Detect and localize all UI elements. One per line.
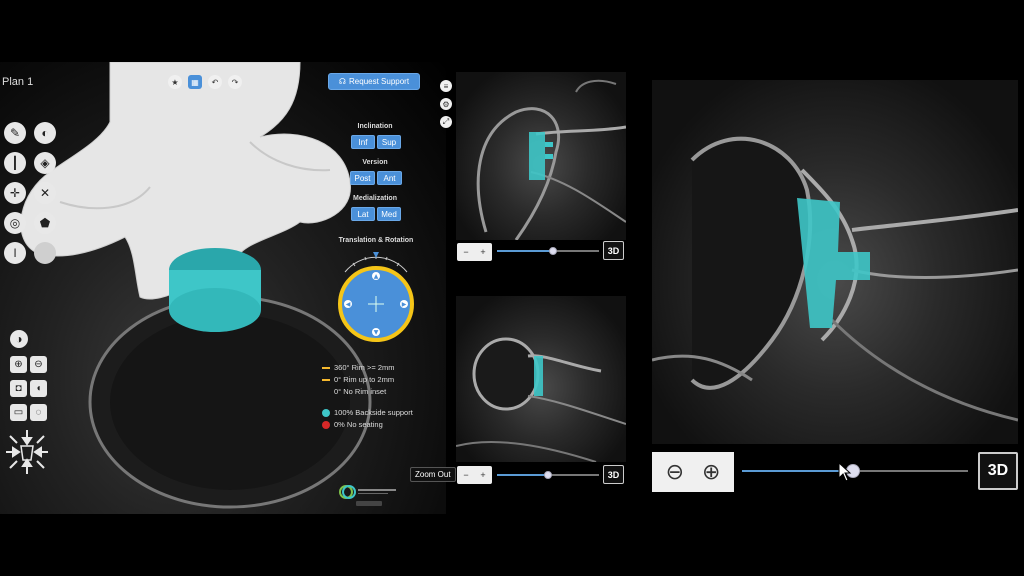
measure-tool-icon[interactable]: ┃: [4, 152, 26, 174]
ct-bottom-image: [456, 337, 626, 462]
ct-bottom-3d-button[interactable]: 3D: [603, 465, 624, 484]
svg-text:▲: ▲: [374, 273, 379, 280]
version-controls: Post Ant: [350, 171, 402, 185]
zoom-out-button[interactable]: Zoom Out: [410, 467, 456, 482]
request-support-button[interactable]: ☊ Request Support: [328, 73, 420, 90]
sphere-tool-icon[interactable]: ◎: [4, 212, 26, 234]
ct-bottom-view[interactable]: [456, 296, 626, 462]
ct-top-zoom-in-icon[interactable]: +: [476, 245, 490, 259]
landmark-icon[interactable]: ◈: [34, 152, 56, 174]
legend-no-seating: 0% No seating: [322, 420, 413, 429]
ct-main-zoom: ⊖ ⊕: [652, 452, 734, 492]
zoom-tools: ⊕ ⊖: [10, 356, 47, 373]
layers-icon[interactable]: ≡: [440, 80, 452, 92]
orientation-compass-icon[interactable]: [4, 428, 50, 476]
left-tool-grid: ✎ ◐ ┃ ◈ ✛ ✕ ◎ ⬟ ǀ: [4, 122, 56, 264]
redo-icon[interactable]: ↷: [228, 75, 242, 89]
plan-title: Plan 1: [2, 76, 34, 88]
mouse-cursor-icon: [838, 462, 852, 482]
ct-main-slider[interactable]: [742, 464, 968, 478]
zoom-in-icon[interactable]: ⊕: [10, 356, 27, 373]
ct-top-slider-thumb[interactable]: [549, 247, 557, 255]
undo-icon[interactable]: ↶: [208, 75, 222, 89]
ct-bottom-zoom-in-icon[interactable]: +: [476, 468, 490, 482]
layer-tools: ▭ ◌: [10, 404, 47, 421]
medialization-label: Medialization: [353, 195, 397, 202]
legend-rim-partial: 0° Rim up to 2mm: [322, 375, 413, 384]
legend-no-rim: 0° No Rim inset: [334, 387, 387, 396]
version-ant-button[interactable]: Ant: [377, 171, 402, 185]
ct-side-tools: ≡ ⚙ ⤢: [440, 80, 452, 128]
ct-main-view[interactable]: [652, 80, 1018, 444]
translation-rotation-dial[interactable]: ▲ ▼ ◀ ▶: [335, 250, 417, 344]
display-mode-icon[interactable]: ◑: [10, 330, 28, 348]
medialization-med-button[interactable]: Med: [377, 207, 401, 221]
brand-logo: [339, 485, 396, 506]
bone-tool-icon[interactable]: ✕: [34, 182, 56, 204]
scapula-icon[interactable]: ⬟: [34, 212, 56, 234]
ct-main-3d-button[interactable]: 3D: [978, 452, 1018, 490]
inclination-controls: Inf Sup: [351, 135, 401, 149]
share-icon[interactable]: ⤢: [440, 116, 452, 128]
headset-icon: ☊: [338, 77, 347, 86]
capture-tools: ◘ ◖: [10, 380, 47, 397]
ct-main-zoom-out-icon[interactable]: ⊖: [666, 459, 684, 485]
ct-top-zoom-out-icon[interactable]: −: [459, 245, 473, 259]
ct-top-slider[interactable]: [497, 247, 599, 255]
settings-icon[interactable]: ⚙: [440, 98, 452, 110]
zoom-out-icon[interactable]: ⊖: [30, 356, 47, 373]
disabled-tool-icon: [34, 242, 56, 264]
ct-main-zoom-in-icon[interactable]: ⊕: [702, 459, 720, 485]
top-toolbar: ★ ▦ ↶ ↷: [168, 75, 242, 89]
pin-tool-icon[interactable]: ǀ: [4, 242, 26, 264]
ct-bottom-slider[interactable]: [497, 471, 599, 479]
crosshair-icon[interactable]: ✛: [4, 182, 26, 204]
ct-bottom-slider-thumb[interactable]: [544, 471, 552, 479]
svg-text:◀: ◀: [346, 301, 351, 308]
version-post-button[interactable]: Post: [350, 171, 375, 185]
pen-tool-icon[interactable]: ✎: [4, 122, 26, 144]
ct-top-3d-button[interactable]: 3D: [603, 241, 624, 260]
layer-icon[interactable]: ▭: [10, 404, 27, 421]
version-label: Version: [362, 159, 388, 166]
inclination-sup-button[interactable]: Sup: [377, 135, 401, 149]
view-tools: ◑: [10, 330, 28, 348]
ct-bottom-zoom-out-icon[interactable]: −: [459, 468, 473, 482]
ct-main-image: [652, 136, 1018, 422]
medialization-controls: Lat Med: [351, 207, 401, 221]
grid-icon[interactable]: ▦: [188, 75, 202, 89]
svg-text:▶: ▶: [402, 301, 407, 308]
ct-bottom-zoom: − +: [457, 466, 492, 484]
svg-text:▼: ▼: [374, 329, 379, 336]
implant-model: [169, 248, 261, 332]
medialization-lat-button[interactable]: Lat: [351, 207, 375, 221]
coverage-legend: 360° Rim >= 2mm 0° Rim up to 2mm 0° No R…: [322, 363, 413, 429]
rotate-view-icon[interactable]: ◐: [34, 122, 56, 144]
inclination-label: Inclination: [357, 123, 393, 130]
target-icon[interactable]: ◌: [30, 404, 47, 421]
legend-rim-full: 360° Rim >= 2mm: [322, 363, 413, 372]
reset-view-icon[interactable]: ◖: [30, 380, 47, 397]
legend-backside: 100% Backside support: [322, 408, 413, 417]
ct-top-image: [476, 79, 626, 240]
star-icon[interactable]: ★: [168, 75, 182, 89]
ct-top-zoom: − +: [457, 243, 492, 261]
translation-rotation-label: Translation & Rotation: [338, 237, 414, 244]
ct-top-view[interactable]: [456, 72, 626, 240]
camera-icon[interactable]: ◘: [10, 380, 27, 397]
inclination-inf-button[interactable]: Inf: [351, 135, 375, 149]
